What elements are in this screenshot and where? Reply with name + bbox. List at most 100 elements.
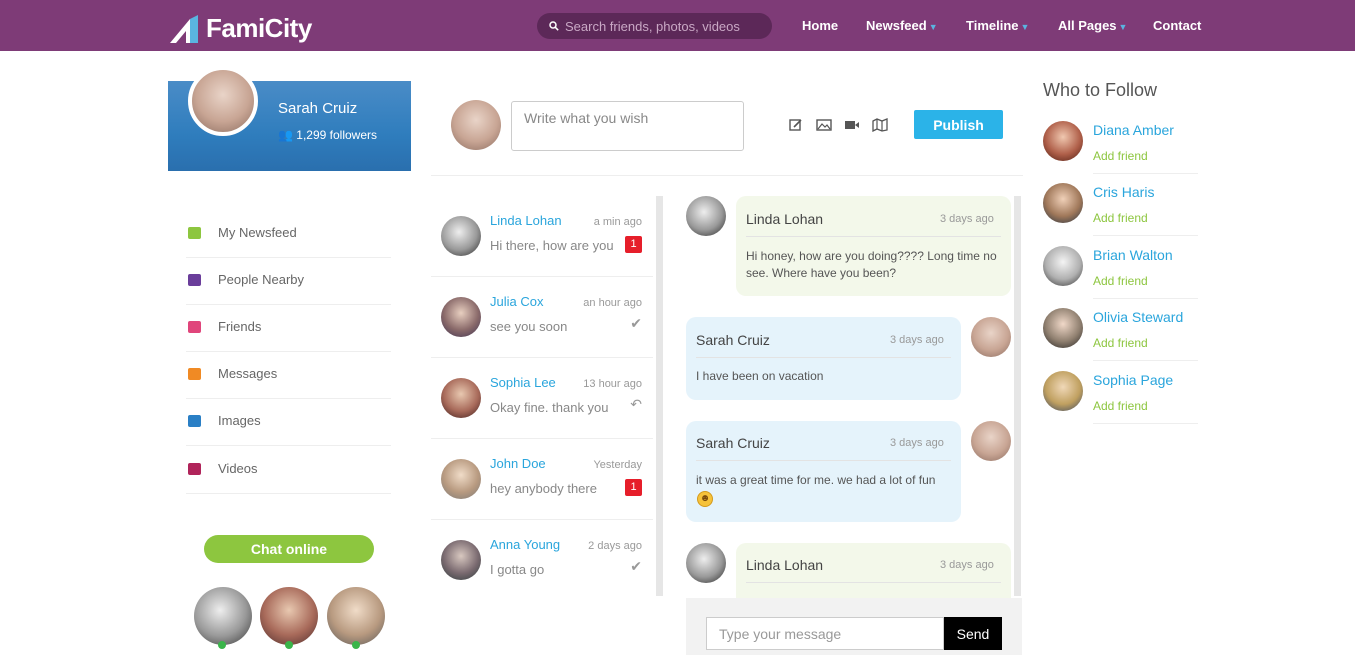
- message-input[interactable]: [706, 617, 944, 650]
- message-sender: Sarah Cruiz: [696, 435, 770, 451]
- add-friend-link[interactable]: Add friend: [1093, 274, 1148, 288]
- conversation-item[interactable]: Sophia Lee 13 hour ago Okay fine. thank …: [431, 358, 653, 439]
- message-avatar: [686, 543, 726, 583]
- image-icon[interactable]: [815, 118, 833, 134]
- conversation-avatar: [441, 216, 481, 256]
- conversation-time: an hour ago: [583, 297, 642, 309]
- add-friend-link[interactable]: Add friend: [1093, 211, 1148, 225]
- nav-timeline-label: Timeline: [966, 18, 1019, 33]
- sidebar-item-messages[interactable]: Messages: [186, 352, 391, 399]
- message-divider: [746, 582, 1001, 583]
- suggestion-avatar[interactable]: [1043, 121, 1083, 161]
- message-sender: Linda Lohan: [746, 211, 824, 227]
- search-bar[interactable]: [537, 13, 772, 39]
- conversation-time: 2 days ago: [588, 540, 642, 552]
- nav-newsfeed[interactable]: Newsfeed ▼: [866, 18, 938, 33]
- conversation-name: John Doe: [490, 456, 546, 471]
- reply-icon: ↶: [630, 396, 642, 412]
- brand-logo[interactable]: FamiCity: [168, 13, 312, 44]
- publish-button[interactable]: Publish: [914, 110, 1003, 139]
- online-user-avatar[interactable]: [260, 587, 318, 645]
- suggestion-avatar[interactable]: [1043, 246, 1083, 286]
- message-time: 3 days ago: [940, 559, 994, 571]
- sidebar-item-label: My Newsfeed: [218, 225, 297, 240]
- sidebar-item-label: Messages: [218, 366, 278, 381]
- chevron-down-icon: ▼: [1118, 22, 1128, 32]
- search-input[interactable]: [565, 18, 755, 34]
- map-icon[interactable]: [871, 118, 889, 134]
- suggestion-avatar[interactable]: [1043, 183, 1083, 223]
- chat-scrollbar[interactable]: [1014, 196, 1021, 596]
- message-text: I have been on vacation: [696, 369, 824, 383]
- conversation-item[interactable]: Julia Cox an hour ago see you soon ✔: [431, 277, 653, 358]
- suggestion-name[interactable]: Sophia Page: [1093, 372, 1173, 388]
- message-text: Hi honey, how are you doing???? Long tim…: [746, 249, 997, 280]
- profile-name[interactable]: Sarah Cruiz: [278, 100, 357, 117]
- sidebar-item-label: Videos: [218, 461, 258, 476]
- message-sender: Linda Lohan: [746, 557, 824, 573]
- conversation-avatar: [441, 297, 481, 337]
- conversation-item[interactable]: Linda Lohan a min ago Hi there, how are …: [431, 196, 653, 277]
- images-icon: [188, 415, 201, 427]
- divider: [1093, 173, 1198, 174]
- conversation-name: Julia Cox: [490, 294, 544, 309]
- chat-online-button[interactable]: Chat online: [204, 535, 374, 563]
- nav-timeline[interactable]: Timeline ▼: [966, 18, 1029, 33]
- who-to-follow-title: Who to Follow: [1043, 80, 1158, 100]
- sidebar-item-label: Images: [218, 413, 261, 428]
- newsfeed-icon: [188, 227, 201, 239]
- conversation-preview: hey anybody there: [490, 481, 597, 496]
- sidebar-item-label: Friends: [218, 319, 262, 334]
- sidebar-item-friends[interactable]: Friends: [186, 305, 391, 352]
- sidebar-item-videos[interactable]: Videos: [186, 447, 391, 494]
- suggestion-name[interactable]: Olivia Steward: [1093, 309, 1183, 325]
- edit-icon[interactable]: [787, 118, 805, 134]
- divider: [431, 175, 1023, 176]
- online-user-avatar[interactable]: [327, 587, 385, 645]
- videos-icon: [188, 463, 201, 475]
- message-time: 3 days ago: [890, 437, 944, 449]
- nav-home[interactable]: Home: [802, 18, 838, 33]
- sidebar-item-newsfeed[interactable]: My Newsfeed: [186, 211, 391, 258]
- post-input[interactable]: [511, 101, 744, 151]
- suggestion-avatar[interactable]: [1043, 308, 1083, 348]
- follow-suggestion: Diana Amber Add friend: [1043, 121, 1198, 184]
- check-icon: ✔: [630, 315, 642, 331]
- add-friend-link[interactable]: Add friend: [1093, 336, 1148, 350]
- profile-avatar[interactable]: [188, 66, 258, 136]
- brand-name: FamiCity: [206, 13, 312, 43]
- message-time: 3 days ago: [940, 213, 994, 225]
- send-button[interactable]: Send: [944, 617, 1002, 650]
- profile-followers: 👥 1,299 followers: [278, 128, 377, 142]
- sidebar-item-images[interactable]: Images: [186, 399, 391, 446]
- chevron-down-icon: ▼: [1020, 22, 1030, 32]
- smiley-emoji-icon: ☻: [697, 491, 713, 507]
- add-friend-link[interactable]: Add friend: [1093, 149, 1148, 163]
- nav-contact[interactable]: Contact: [1153, 18, 1201, 33]
- add-friend-link[interactable]: Add friend: [1093, 399, 1148, 413]
- video-icon[interactable]: [843, 118, 861, 134]
- messages-icon: [188, 368, 201, 380]
- message-divider: [746, 236, 1001, 237]
- nav-all-pages[interactable]: All Pages ▼: [1058, 18, 1127, 33]
- conversation-avatar: [441, 540, 481, 580]
- unread-badge: 1: [625, 236, 642, 253]
- follow-suggestion: Olivia Steward Add friend: [1043, 308, 1198, 371]
- conversation-preview: Hi there, how are you: [490, 238, 614, 253]
- suggestion-name[interactable]: Diana Amber: [1093, 122, 1174, 138]
- conversation-item[interactable]: John Doe Yesterday hey anybody there 1: [431, 439, 653, 520]
- message-bubble: [686, 317, 961, 400]
- sidebar-item-people-nearby[interactable]: People Nearby: [186, 258, 391, 305]
- conversation-scrollbar[interactable]: [656, 196, 663, 596]
- divider: [1093, 423, 1198, 424]
- message-divider: [696, 357, 951, 358]
- suggestion-avatar[interactable]: [1043, 371, 1083, 411]
- suggestion-name[interactable]: Brian Walton: [1093, 247, 1173, 263]
- suggestion-name[interactable]: Cris Haris: [1093, 184, 1154, 200]
- nav-contact-label: Contact: [1153, 18, 1202, 33]
- online-user-avatar[interactable]: [194, 587, 252, 645]
- conversation-time: a min ago: [593, 216, 642, 228]
- message-text: it was a great time for me. we had a lot…: [696, 473, 936, 487]
- message-avatar: [971, 317, 1011, 357]
- conversation-item[interactable]: Anna Young 2 days ago I gotta go ✔: [431, 520, 653, 601]
